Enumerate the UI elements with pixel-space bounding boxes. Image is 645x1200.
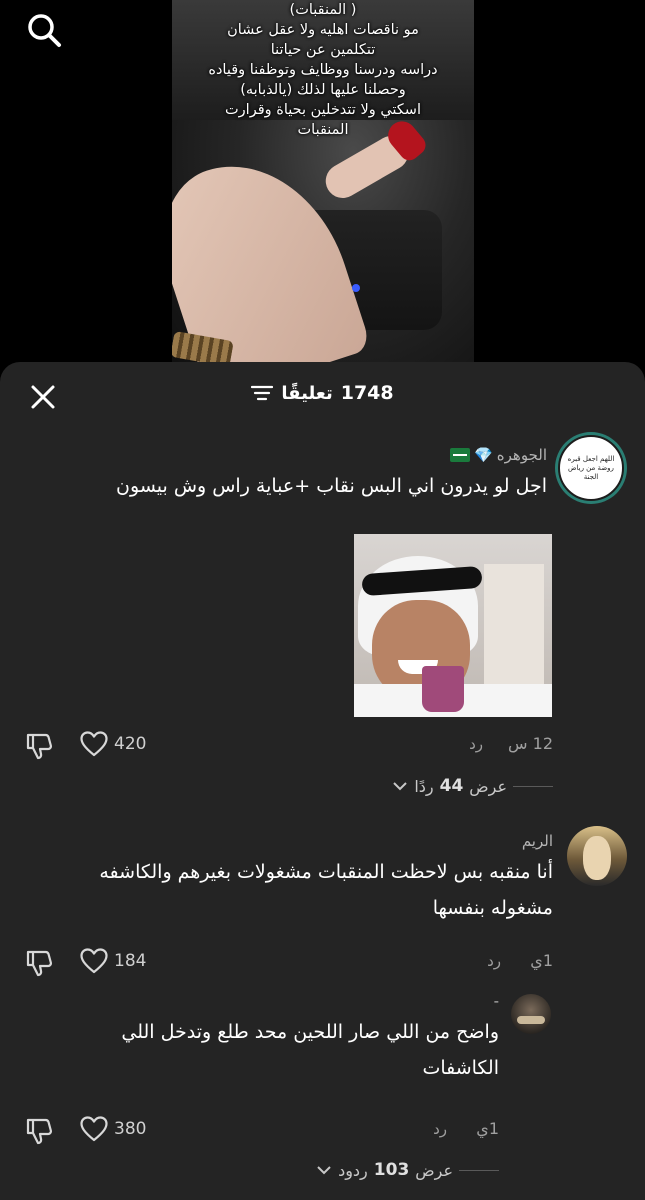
overlay-line: تتكلمين عن حياتنا [270,42,376,58]
overlay-line: دراسه ودرسنا ووظايف وتوظفنا وقياده [208,62,438,78]
username-text: الريم [521,832,553,850]
view-replies-prefix: عرض [469,776,507,796]
comment-time: 1ي [476,1119,499,1138]
divider-line [459,1169,499,1171]
search-icon[interactable] [24,10,64,50]
username-text: الجوهره [496,446,547,464]
comment-text: أنا منقبه بس لاحظت المنقبات مشغولات بغير… [23,854,553,926]
comment-actions: 12 س رد 420 [0,731,645,761]
reply-button[interactable]: رد [469,735,483,753]
username-text: - [493,992,499,1010]
comment-text-line: مشغوله بنفسها [432,897,553,919]
view-replies-count: 44 [439,776,464,796]
like-count: 184 [114,951,147,971]
overlay-line: اسكتي ولا تتدخلين بحياة وقرارت [225,102,421,118]
comment-text: اجل لو يدرون اني البس نقاب +عباية راس وش… [116,475,547,497]
avatar-image [583,836,611,880]
heart-icon [80,731,108,757]
saudi-flag-icon [450,448,471,462]
reply-button[interactable]: رد [487,952,501,970]
view-replies-button[interactable]: عرض 103 ردود [316,1160,499,1180]
video-player[interactable]: ( المنقبات) مو ناقصات اهليه ولا عقل عشان… [0,0,645,380]
dashboard-light [352,284,360,292]
avatar[interactable] [511,994,551,1034]
comment-time: 12 س [508,734,553,753]
overlay-line: ( المنقبات) [289,2,357,18]
avatar-image [517,1016,545,1024]
comment-text-line: أنا منقبه بس لاحظت المنقبات مشغولات بغير… [99,861,553,883]
comment-actions: 1ي رد 380 [0,1116,645,1146]
overlay-line: مو ناقصات اهليه ولا عقل عشان [227,22,419,38]
comment-gif[interactable] [354,534,552,717]
comments-header: 1748 تعليقًا [0,362,645,428]
comment-actions: 1ي رد 184 [0,948,645,978]
chevron-down-icon [393,782,408,791]
comments-sheet: 1748 تعليقًا اللهم اجعل قبره روضة من ريا… [0,362,645,1200]
diamond-icon: 💎 [474,446,493,464]
like-button[interactable]: 184 [80,948,146,974]
reply-button[interactable]: رد [433,1120,447,1138]
thumbs-down-icon[interactable] [24,1116,54,1146]
view-replies-button[interactable]: عرض 44 ردًا [392,776,553,796]
like-button[interactable]: 420 [80,731,146,757]
comment-body: الريم أنا منقبه بس لاحظت المنقبات مشغولا… [23,832,553,926]
gif-background [484,564,544,684]
overlay-line: المنقبات [297,122,349,138]
comment-time: 1ي [530,951,553,970]
comments-label: تعليقًا [281,382,333,404]
like-count: 380 [114,1119,147,1139]
thumbs-down-icon[interactable] [24,948,54,978]
view-replies-count: 103 [373,1160,410,1180]
comment-username[interactable]: الريم [23,832,553,850]
heart-icon [80,948,108,974]
view-replies-suffix: ردًا [414,776,434,796]
view-replies-suffix: ردود [338,1160,368,1180]
comments-title: 1748 تعليقًا [251,382,394,404]
comment-text: واضح من اللي صار اللحين محد طلع وتدخل ال… [29,1014,499,1086]
divider-line [513,785,553,787]
thumbs-down-icon[interactable] [24,731,54,761]
avatar[interactable] [567,826,627,886]
comment-username[interactable]: - [29,992,499,1010]
comment-body: الجوهره 💎 اجل لو يدرون اني البس نقاب +عب… [27,446,547,504]
overlay-line: وحصلنا عليها لذلك (يالذبابه) [240,82,406,98]
comment-body: - واضح من اللي صار اللحين محد طلع وتدخل … [29,992,499,1086]
chevron-down-icon [317,1166,331,1175]
video-overlay-text: ( المنقبات) مو ناقصات اهليه ولا عقل عشان… [172,0,474,140]
comment-text-line: واضح من اللي صار اللحين محد طلع وتدخل ال… [121,1021,499,1043]
gif-cup [422,666,464,712]
like-count: 420 [114,734,147,754]
comment-username[interactable]: الجوهره 💎 [27,446,547,464]
comments-count: 1748 [340,382,394,404]
like-button[interactable]: 380 [80,1116,146,1142]
heart-icon [80,1116,108,1142]
avatar-image: اللهم اجعل قبره روضة من رياض الجنة [558,435,624,501]
avatar[interactable]: اللهم اجعل قبره روضة من رياض الجنة [555,432,627,504]
comment-text-line: الكاشفات [422,1057,499,1079]
filter-icon[interactable] [251,384,274,402]
view-replies-prefix: عرض [415,1160,453,1180]
